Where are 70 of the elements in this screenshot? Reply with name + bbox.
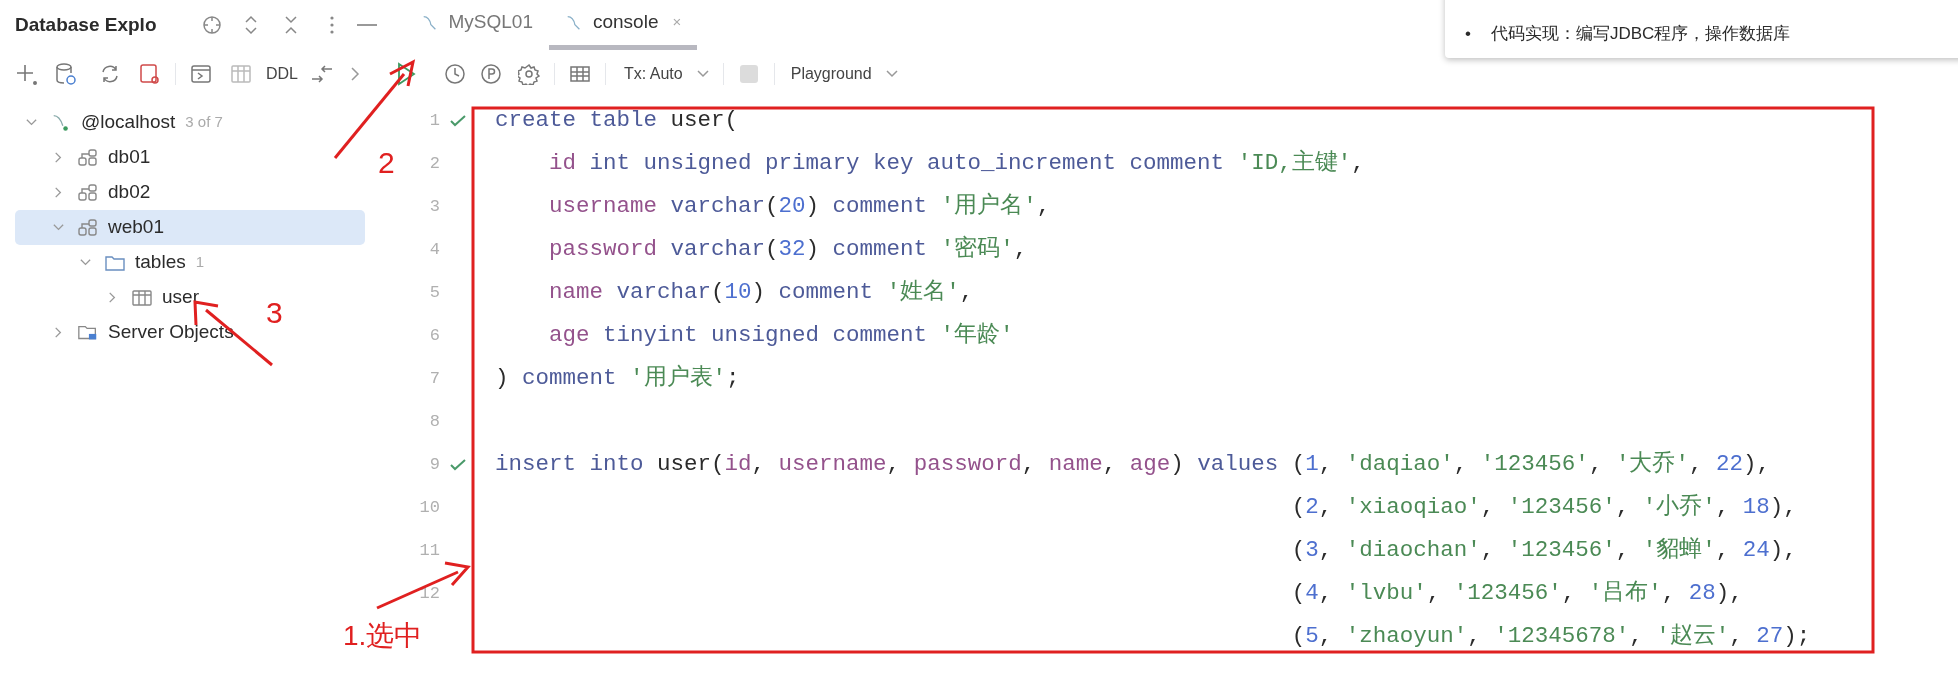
tab[interactable]: MySQL01 <box>404 0 549 50</box>
item-count: 3 of 7 <box>185 112 223 133</box>
annotation-label: 2 <box>378 148 395 178</box>
line-number: 11 <box>418 539 440 562</box>
line-number: 9 <box>428 453 440 476</box>
schema-icon <box>77 147 99 168</box>
collapse-icon[interactable] <box>282 14 299 36</box>
code-line: (4, 'lvbu', '123456', '吕布', 28), <box>1290 578 1743 608</box>
line-number: 1 <box>428 109 440 132</box>
code-line: create table user( <box>495 105 739 135</box>
history-icon[interactable] <box>444 63 466 85</box>
compare-icon[interactable] <box>310 63 334 85</box>
tree-item[interactable]: db02 <box>108 178 151 207</box>
database-icon[interactable] <box>55 62 77 86</box>
annotation-label: 3 <box>266 298 283 328</box>
more-icon[interactable] <box>328 15 335 35</box>
item-count: 1 <box>195 252 205 273</box>
code-line: (2, 'xiaoqiao', '123456', '小乔', 18), <box>1290 492 1797 522</box>
tree-row-selected[interactable]: web01 <box>15 210 365 245</box>
grid-icon[interactable] <box>569 65 591 83</box>
line-number: 10 <box>418 496 440 519</box>
caret-icon <box>696 70 709 78</box>
line-number: 12 <box>418 582 440 605</box>
line-number: 8 <box>428 410 440 433</box>
line-number: 6 <box>428 324 440 347</box>
tree-item[interactable]: tables <box>135 248 186 277</box>
tree-item[interactable]: Server Objects <box>108 318 234 347</box>
code-line: (5, 'zhaoyun', '12345678', '赵云', 27); <box>1290 621 1811 651</box>
bullet: • <box>1465 22 1471 45</box>
line-number: 7 <box>428 367 440 390</box>
console-icon[interactable] <box>190 64 212 84</box>
table-icon[interactable] <box>230 64 252 84</box>
checkbox[interactable] <box>739 65 758 83</box>
line-number: 4 <box>428 238 440 261</box>
tree-item[interactable]: user <box>162 283 199 312</box>
chevron-right-icon[interactable] <box>350 66 360 82</box>
expand-icon[interactable] <box>242 14 259 36</box>
mode-dropdown[interactable]: Playground <box>790 62 898 86</box>
annotation-label: 1.选中 <box>343 622 423 650</box>
ddl-button[interactable]: DDL <box>266 62 298 86</box>
code-line: ) comment '用户表'; <box>495 363 740 393</box>
code-line: age tinyint unsigned comment '年龄' <box>548 320 1014 350</box>
tree-item[interactable]: db01 <box>108 143 151 172</box>
add-icon[interactable] <box>15 63 37 85</box>
code-line: id int unsigned primary key auto_increment comment 'ID,主键', <box>548 148 1365 178</box>
schema-icon <box>77 182 99 203</box>
table-icon <box>131 287 153 308</box>
tab[interactable]: console × <box>549 0 698 50</box>
window-title: Database Explo <box>15 12 157 37</box>
code-line: (3, 'diaochan', '123456', '貂蝉', 24), <box>1290 535 1797 565</box>
code-line: name varchar(10) comment '姓名', <box>548 277 974 307</box>
schema-icon <box>77 217 99 238</box>
code-line: insert into user(id, username, password, name, age) values (1, 'daqiao', '123456', '大乔', 22), <box>495 449 1770 479</box>
line-number: 3 <box>428 195 440 218</box>
p-circle-icon[interactable] <box>480 63 502 85</box>
refresh-icon[interactable] <box>99 63 121 85</box>
note-text: 代码实现：编写JDBC程序，操作数据库 <box>1490 22 1791 45</box>
run-icon[interactable] <box>396 62 416 86</box>
tree-item[interactable]: @localhost <box>81 108 176 137</box>
query-icon[interactable] <box>139 63 161 85</box>
caret-icon <box>885 70 898 78</box>
code-line: username varchar(20) comment '用户名', <box>548 191 1051 221</box>
settings-icon[interactable] <box>518 63 540 85</box>
transaction-dropdown[interactable]: Tx: Auto <box>624 62 709 86</box>
line-number: 5 <box>428 281 440 304</box>
tree-item[interactable]: web01 <box>108 213 164 242</box>
minimize-icon[interactable] <box>356 23 377 27</box>
crosshair-icon[interactable] <box>200 14 223 36</box>
code-line: password varchar(32) comment '密码', <box>548 234 1028 264</box>
line-number: 2 <box>428 152 440 175</box>
